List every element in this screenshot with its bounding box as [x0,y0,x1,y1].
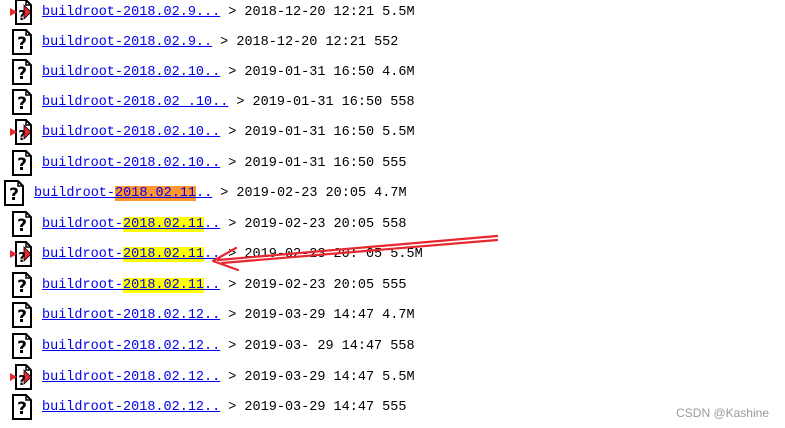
list-item: ? buildroot-2018.02.11.. > 2019-02-23 20… [10,239,423,269]
search-highlight: 2018.02.11 [123,277,205,293]
unknown-file-icon: ? [10,29,34,55]
file-meta: > 2019-02-23 20: 05 5.5M [228,246,423,262]
file-link[interactable]: buildroot-2018.02.10.. [42,125,220,140]
file-name: buildroot-2018.02.12.. [42,369,221,385]
svg-text:?: ? [18,129,26,144]
svg-text:?: ? [18,9,26,24]
file-name-suffix: .. [204,216,221,232]
unknown-file-icon: ? [10,394,34,420]
file-link[interactable]: buildroot-2018.02.12.. [42,308,220,323]
unknown-file-icon: ? [10,272,34,298]
svg-text:?: ? [17,307,27,327]
svg-text:?: ? [18,374,26,389]
file-meta: > 2019-03-29 14:47 5.5M [228,369,415,385]
list-item: ? buildroot-2018.02.10.. > 2019-01-31 16… [10,148,406,178]
list-item: ? buildroot-2018.02.11.. > 2019-02-23 20… [10,209,406,239]
unknown-file-icon-red: ? [10,119,34,145]
svg-text:?: ? [9,185,19,205]
file-link[interactable]: buildroot-2018.02.9... [42,5,220,20]
file-link[interactable]: buildroot-2018.02.11.. [42,246,221,262]
list-item: ? buildroot-2018.02.11.. > 2019-02-23 20… [2,178,407,208]
file-link[interactable]: buildroot-2018.02.12.. [42,400,220,415]
file-meta: > 2019-01-31 16:50 555 [228,155,407,171]
file-name-suffix: .. [204,277,221,293]
file-meta: > 2019-01-31 16:50 5.5M [228,124,415,140]
unknown-file-icon: ? [10,89,34,115]
list-item: ? buildroot-2018.02.10.. > 2019-01-31 16… [10,117,415,147]
file-link[interactable]: buildroot-2018.02.10.. [42,65,220,80]
file-name: buildroot-2018.02.12.. [42,307,221,323]
file-link[interactable]: buildroot-2018.02.11.. [42,216,221,232]
list-item: ? buildroot-2018.02.9... > 2018-12-20 12… [10,0,415,27]
file-link[interactable]: buildroot-2018.02.9.. [42,35,212,50]
file-name: buildroot-2018.02.12.. [42,399,221,415]
list-item: ? buildroot-2018.02.12.. > 2019-03-29 14… [10,300,415,330]
file-name: buildroot-2018.02.9.. [42,34,213,50]
svg-text:?: ? [17,399,27,419]
list-item: ? buildroot-2018.02.12.. > 2019-03-29 14… [10,362,415,392]
unknown-file-icon: ? [10,59,34,85]
file-name-prefix: buildroot- [34,185,116,201]
file-meta: > 2018-12-20 12:21 552 [220,34,399,50]
list-item: ? buildroot-2018.02.10.. > 2019-01-31 16… [10,57,415,87]
svg-text:?: ? [17,155,27,175]
list-item: ? buildroot-2018.02 .10.. > 2019-01-31 1… [10,87,415,117]
file-link[interactable]: buildroot-2018.02.12.. [42,339,220,354]
unknown-file-icon: ? [10,211,34,237]
file-name: buildroot-2018.02 .10.. [42,94,229,110]
list-item: ? buildroot-2018.02.12.. > 2019-03-29 14… [10,392,406,422]
file-meta: > 2019-03-29 14:47 555 [228,399,407,415]
unknown-file-icon-red: ? [10,0,34,25]
file-meta: > 2019-01-31 16:50 4.6M [228,64,415,80]
list-item: ? buildroot-2018.02.12.. > 2019-03- 29 1… [10,331,415,361]
file-name: buildroot-2018.02.10.. [42,64,221,80]
watermark: CSDN @Kashine [676,406,769,420]
file-name: buildroot-2018.02.10.. [42,155,221,171]
list-item: ? buildroot-2018.02.9.. > 2018-12-20 12:… [10,27,398,57]
file-meta: > 2019-02-23 20:05 558 [228,216,407,232]
file-name: buildroot-2018.02.9... [42,4,221,20]
file-name-suffix: .. [204,246,221,262]
svg-text:?: ? [17,216,27,236]
file-link[interactable]: buildroot-2018.02.11.. [42,277,221,293]
file-link[interactable]: buildroot-2018.02.11.. [34,185,213,201]
svg-text:?: ? [17,64,27,84]
file-name-prefix: buildroot- [42,246,124,262]
unknown-file-icon: ? [10,150,34,176]
unknown-file-icon-red: ? [10,241,34,267]
search-highlight: 2018.02.11 [123,246,205,262]
svg-text:?: ? [17,34,27,54]
unknown-file-icon: ? [2,180,26,206]
svg-text:?: ? [17,338,27,358]
file-meta: > 2019-02-23 20:05 555 [228,277,407,293]
svg-text:?: ? [17,277,27,297]
unknown-file-icon-red: ? [10,364,34,390]
file-link[interactable]: buildroot-2018.02 .10.. [42,95,228,110]
svg-text:?: ? [18,251,26,266]
unknown-file-icon: ? [10,333,34,359]
search-highlight: 2018.02.11 [123,216,205,232]
file-meta: > 2019-01-31 16:50 558 [236,94,415,110]
file-name-suffix: .. [196,185,213,201]
file-link[interactable]: buildroot-2018.02.10.. [42,156,220,171]
file-meta: > 2019-03- 29 14:47 558 [228,338,415,354]
file-meta: > 2019-02-23 20:05 4.7M [220,185,407,201]
search-highlight: 2018.02.11 [115,185,197,201]
list-item: ? buildroot-2018.02.11.. > 2019-02-23 20… [10,270,406,300]
file-link[interactable]: buildroot-2018.02.12.. [42,370,220,385]
file-name: buildroot-2018.02.12.. [42,338,221,354]
file-name-prefix: buildroot- [42,277,124,293]
svg-text:?: ? [17,94,27,114]
unknown-file-icon: ? [10,302,34,328]
file-name-prefix: buildroot- [42,216,124,232]
file-name: buildroot-2018.02.10.. [42,124,221,140]
file-meta: > 2019-03-29 14:47 4.7M [228,307,415,323]
file-meta: > 2018-12-20 12:21 5.5M [228,4,415,20]
